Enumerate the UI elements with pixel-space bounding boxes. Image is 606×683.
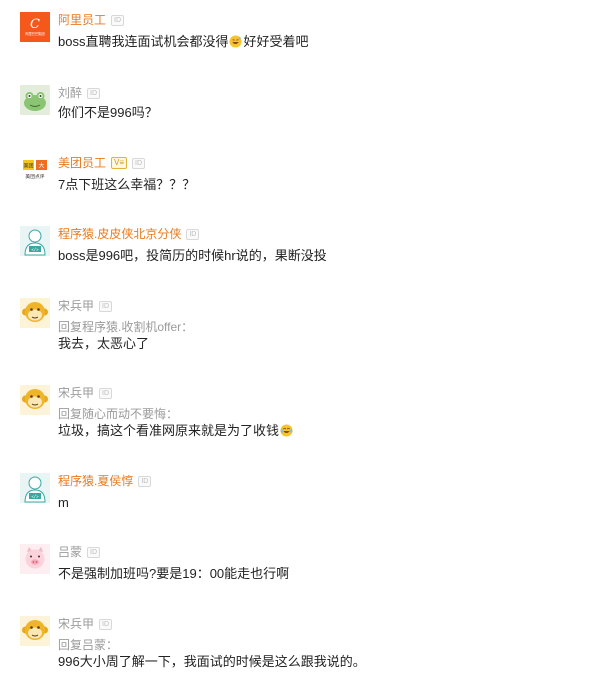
verified-badge: V≡ <box>111 157 128 169</box>
username[interactable]: 宋兵甲 <box>58 616 94 632</box>
monkey-icon <box>20 385 50 415</box>
id-badge: ID <box>99 618 113 630</box>
comment-text: 7点下班这么幸福？？？ <box>58 177 196 192</box>
avatar[interactable]: C 阿里巴巴集团 <box>20 12 50 42</box>
reply-to[interactable]: 回复吕蒙： <box>58 637 118 653</box>
avatar[interactable]: </> <box>20 473 50 503</box>
id-badge: ID <box>138 475 152 487</box>
avatar[interactable] <box>20 298 50 328</box>
comment-text: boss是996吧，投简历的时候hr说的，果断没投 <box>58 248 327 263</box>
id-badge: ID <box>99 387 113 399</box>
svg-text:大: 大 <box>38 162 44 170</box>
id-badge: ID <box>99 300 113 312</box>
laughing-tears-emoji-icon <box>280 424 293 437</box>
username[interactable]: 美团员工 <box>58 155 106 171</box>
username[interactable]: 刘醉 <box>58 85 82 101</box>
comment-text: m <box>58 495 69 510</box>
svg-text:美团: 美团 <box>23 163 33 170</box>
avatar[interactable]: 美团 大 美团点评 <box>20 155 50 185</box>
svg-text:</>: </> <box>31 247 39 252</box>
username[interactable]: 阿里员工 <box>58 12 106 28</box>
id-badge: ID <box>186 228 200 240</box>
grinning-sweat-emoji-icon <box>229 35 243 48</box>
monkey-icon <box>20 616 50 646</box>
username[interactable]: 吕蒙 <box>58 544 82 560</box>
svg-text:</>: </> <box>31 494 39 499</box>
comment-text: 你们不是996吗？ <box>58 105 158 120</box>
svg-text:阿里巴巴集团: 阿里巴巴集团 <box>25 31 44 36</box>
meituan-logo-icon: 美团 大 美团点评 <box>20 155 50 185</box>
pig-icon <box>20 544 50 574</box>
username[interactable]: 宋兵甲 <box>58 385 94 401</box>
avatar[interactable] <box>20 385 50 415</box>
id-badge: ID <box>111 14 125 26</box>
username[interactable]: 宋兵甲 <box>58 298 94 314</box>
id-badge: ID <box>87 546 101 558</box>
svg-text:C: C <box>30 17 40 32</box>
avatar[interactable] <box>20 85 50 115</box>
svg-text:美团点评: 美团点评 <box>25 173 44 180</box>
reply-to[interactable]: 回复随心而动不要悔： <box>58 406 178 422</box>
avatar[interactable] <box>20 616 50 646</box>
monkey-icon <box>20 298 50 328</box>
comment-text: 我去，太恶心了 <box>58 336 150 351</box>
id-badge: ID <box>132 157 146 169</box>
coder-avatar-icon: </> <box>20 226 50 256</box>
coder-avatar-icon: </> <box>20 473 50 503</box>
id-badge: ID <box>87 87 101 99</box>
frog-icon <box>20 85 50 115</box>
alibaba-logo-icon: C 阿里巴巴集团 <box>20 12 50 42</box>
avatar[interactable] <box>20 544 50 574</box>
comment-text: 不是强制加班吗?要是19：00能走也行啊 <box>58 566 290 581</box>
comment-text: boss直聘我连面试机会都没得 好好受着吧 <box>58 34 309 49</box>
username[interactable]: 程序猿.夏侯惇 <box>58 473 133 489</box>
reply-to[interactable]: 回复程序猿.收割机offer： <box>58 319 193 335</box>
comment-text: 垃圾，搞这个看准网原来就是为了收钱 <box>58 422 294 440</box>
avatar[interactable]: </> <box>20 226 50 256</box>
comment-text: 996大小周了解一下，我面试的时候是这么跟我说的。 <box>58 654 366 669</box>
username[interactable]: 程序猿.皮皮侠北京分侠 <box>58 226 181 242</box>
